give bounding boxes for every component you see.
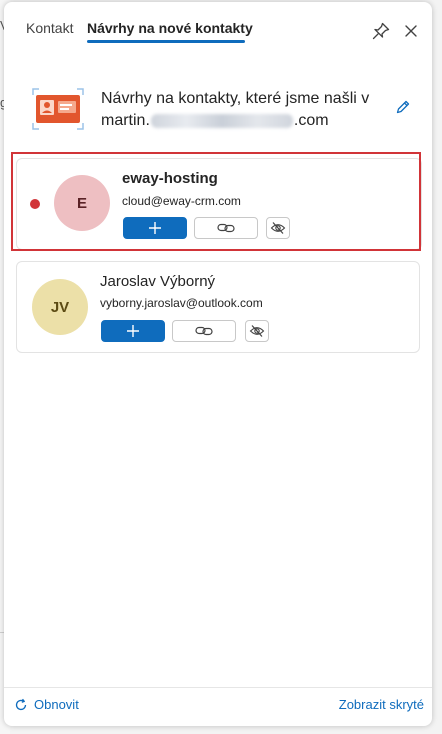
- avatar: E: [54, 175, 110, 231]
- eye-off-icon: [249, 325, 265, 337]
- intro-text: Návrhy na kontakty, které jsme našli v m…: [101, 88, 391, 132]
- hide-suggestion-button[interactable]: [245, 320, 269, 342]
- footer-divider: [4, 687, 432, 688]
- link-contact-button[interactable]: [172, 320, 236, 342]
- pin-button[interactable]: [370, 20, 392, 42]
- refresh-icon: [15, 698, 27, 710]
- contact-email: vyborny.jaroslav@outlook.com: [100, 296, 263, 310]
- intro-line: Návrhy na kontakty, které jsme našli v: [101, 90, 370, 107]
- refresh-label: Obnovit: [34, 697, 79, 712]
- hide-suggestion-button[interactable]: [266, 217, 290, 239]
- mailbox-email-prefix: martin.: [101, 112, 150, 129]
- add-contact-button[interactable]: [101, 320, 165, 342]
- add-icon: [149, 222, 161, 234]
- mailbox-email-suffix: .com: [293, 112, 329, 129]
- contact-name: Jaroslav Výborný: [100, 273, 216, 290]
- contact-suggestions-panel: Kontakt Návrhy na nové kontakty Návrhy n…: [4, 2, 432, 726]
- unread-indicator: [30, 199, 40, 209]
- tab-kontakt[interactable]: Kontakt: [26, 20, 73, 36]
- redacted-email-part: [150, 113, 293, 128]
- contact-card-icon: [30, 86, 86, 132]
- tab-contact-suggestions[interactable]: Návrhy na nové kontakty: [87, 20, 253, 36]
- pin-icon: [372, 22, 390, 40]
- avatar: JV: [32, 279, 88, 335]
- add-contact-button[interactable]: [123, 217, 187, 239]
- tab-bar: Kontakt Návrhy na nové kontakty: [4, 2, 432, 48]
- edit-button[interactable]: [394, 98, 412, 116]
- link-icon: [195, 326, 213, 336]
- contact-name: eway-hosting: [122, 170, 218, 187]
- link-contact-button[interactable]: [194, 217, 258, 239]
- close-button[interactable]: [400, 20, 422, 42]
- refresh-button[interactable]: Obnovit: [14, 697, 79, 712]
- active-tab-indicator: [87, 40, 245, 43]
- add-icon: [127, 325, 139, 337]
- link-icon: [217, 223, 235, 233]
- close-icon: [405, 25, 417, 37]
- contact-email: cloud@eway-crm.com: [122, 194, 241, 208]
- edit-icon: [396, 100, 410, 114]
- show-hidden-link[interactable]: Zobrazit skryté: [339, 697, 424, 712]
- eye-off-icon: [270, 222, 286, 234]
